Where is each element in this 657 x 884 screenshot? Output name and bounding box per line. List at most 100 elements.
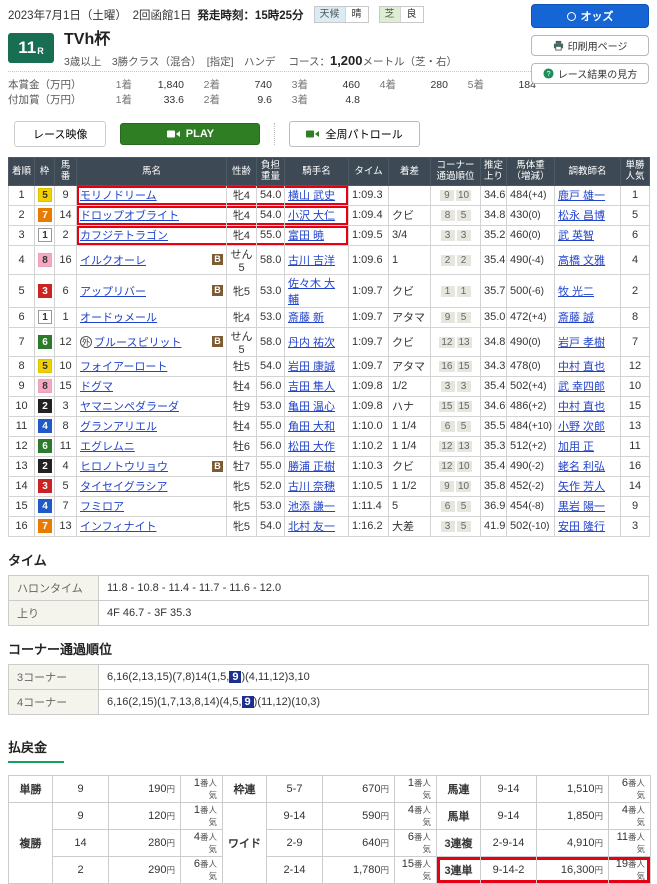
trainer-link[interactable]: 鹿戸 雄一 — [558, 190, 605, 202]
results-guide-button[interactable]: ? レース結果の見方 — [531, 63, 649, 84]
print-page-button[interactable]: 印刷用ページ — [531, 35, 649, 56]
corner-row-value: 6,16(2,15)(1,7,13,8,14)(4,5, 9)(11,12)(10… — [98, 688, 649, 715]
jockey-link[interactable]: 吉田 隼人 — [288, 381, 335, 393]
trainer-link[interactable]: 中村 直也 — [558, 401, 605, 413]
trainer-link[interactable]: 松永 昌博 — [558, 210, 605, 222]
trainer-link[interactable]: 蛯名 利弘 — [558, 461, 605, 473]
trainer-link[interactable]: 牧 光二 — [558, 286, 594, 298]
payout-favorite: 6番人気 — [180, 855, 223, 884]
body-weight-diff: (+2) — [528, 441, 547, 453]
cell-frame: 7 — [34, 515, 55, 537]
cell-corner-positions: 9 10 — [430, 184, 481, 206]
jockey-link[interactable]: 古川 奈穂 — [288, 481, 335, 493]
horse-name-link[interactable]: カフジテトラゴン — [80, 227, 168, 243]
horse-name-wrap: ヒロノトウリョウ B — [80, 458, 223, 474]
trainer-link[interactable]: 矢作 芳人 — [558, 481, 605, 493]
jockey-link[interactable]: 古川 吉洋 — [288, 255, 335, 267]
heading-accent-line — [8, 760, 64, 763]
cell-last-3f: 35.8 — [480, 475, 507, 497]
jockey-link[interactable]: 丹内 祐次 — [288, 337, 335, 349]
cell-carried-weight: 55.0 — [256, 415, 285, 437]
horse-name-link[interactable]: フォイアーロート — [80, 358, 167, 374]
jockey-link[interactable]: 富田 暁 — [288, 230, 324, 242]
odds-button[interactable]: オッズ — [531, 4, 649, 28]
play-button[interactable]: PLAY — [120, 123, 261, 146]
horse-name-link[interactable]: イルクオーレ — [80, 252, 146, 268]
horse-name-link[interactable]: アップリバー — [80, 283, 146, 299]
horse-name-link[interactable]: ドロップオブライト — [80, 207, 179, 223]
cell-finish-order: 6 — [8, 306, 35, 328]
trainer-link[interactable]: 武 幸四郎 — [558, 381, 605, 393]
highlighted-horse-number: 9 — [229, 670, 242, 683]
horse-name-link[interactable]: ドグマ — [80, 378, 113, 394]
payout-bet-type: 馬単 — [436, 801, 481, 830]
race-class: 3歳以上 3勝クラス（混合） [指定] ハンデ — [64, 55, 276, 68]
jockey-link[interactable]: 勝浦 正樹 — [288, 461, 335, 473]
trainer-link[interactable]: 安田 隆行 — [558, 521, 605, 533]
payout-amount: 1,510円 — [536, 774, 609, 803]
cell-jockey-highlighted: 小沢 大仁 — [284, 204, 349, 226]
horse-name-link[interactable]: オードゥメール — [80, 309, 157, 325]
payout-favorite: 1番人気 — [394, 774, 437, 803]
payout-amount: 640円 — [322, 828, 395, 857]
horse-name-link[interactable]: エグレムニ — [80, 438, 135, 454]
jockey-link[interactable]: 角田 大和 — [288, 421, 335, 433]
trainer-link[interactable]: 黒岩 陽一 — [558, 501, 605, 513]
trainer-link[interactable]: 小野 次郎 — [558, 421, 605, 433]
blinker-badge: B — [212, 336, 223, 348]
horse-name-link[interactable]: インフィナイト — [80, 518, 156, 534]
jockey-link[interactable]: 佐々木 大輔 — [288, 278, 335, 306]
cell-body-weight: 478(0) — [506, 355, 555, 377]
jockey-link[interactable]: 亀田 温心 — [288, 401, 335, 413]
cell-frame: 1 — [34, 306, 55, 328]
cell-horse-name-highlighted: ドロップオブライト — [76, 204, 227, 226]
jockey-link[interactable]: 松田 大作 — [288, 441, 335, 453]
horse-name-link[interactable]: ヒロノトウリョウ — [80, 458, 168, 474]
trainer-link[interactable]: 加用 正 — [558, 441, 594, 453]
frame-badge: 3 — [38, 283, 52, 298]
corner-position: 6 — [440, 501, 455, 513]
frame-badge: 6 — [38, 439, 52, 454]
patrol-video-button[interactable]: 全周パトロール — [289, 121, 420, 148]
added-prize-item: 3着 4.8 — [272, 93, 360, 108]
cell-jockey: 吉田 隼人 — [284, 375, 349, 397]
horse-name-link[interactable]: フミロア — [80, 498, 124, 514]
payout-selection-highlighted: 9-14-2 — [480, 855, 537, 884]
payout-selection: 2-9-14 — [480, 828, 537, 857]
corner-position: 12 — [439, 336, 455, 348]
jockey-link[interactable]: 横山 武史 — [288, 190, 335, 202]
corner-position: 9 — [439, 190, 454, 202]
horse-name-link[interactable]: ブルースピリット — [94, 334, 181, 350]
table-row: 5 3 6 アップリバー B 牝5 53.0 佐々木 大輔 1:09.7 クビ 1 1 35.7 500(… — [8, 273, 650, 308]
trainer-link[interactable]: 高橋 文雅 — [558, 255, 605, 267]
prize-amount: 460 — [342, 78, 360, 91]
jockey-link[interactable]: 斎藤 新 — [288, 312, 324, 324]
cell-carried-weight-highlighted: 55.0 — [256, 224, 285, 246]
added-prize-item: 1着 33.6 — [96, 93, 184, 108]
trainer-link[interactable]: 斎藤 誠 — [558, 312, 594, 324]
trainer-link[interactable]: 岩戸 孝樹 — [558, 337, 605, 349]
horse-name-link[interactable]: グランアリエル — [80, 418, 157, 434]
cell-corner-positions: 35 — [430, 515, 481, 537]
jockey-link[interactable]: 岩田 康誠 — [288, 361, 335, 373]
jockey-link[interactable]: 北村 友一 — [288, 521, 335, 533]
trainer-link[interactable]: 武 英智 — [558, 230, 594, 242]
cell-last-3f: 41.9 — [480, 515, 507, 537]
trainer-link[interactable]: 中村 直也 — [558, 361, 605, 373]
horse-name-link[interactable]: モリノドリーム — [80, 187, 157, 203]
jockey-link[interactable]: 池添 謙一 — [288, 501, 335, 513]
cell-jockey: 岩田 康誠 — [284, 355, 349, 377]
body-weight-diff: (0) — [528, 210, 541, 222]
cell-jockey-highlighted: 横山 武史 — [284, 184, 349, 206]
horse-name-link[interactable]: ヤマニンペダラーダ — [80, 398, 179, 414]
cell-corner-positions: 95 — [430, 306, 481, 328]
body-weight-diff: (+2) — [528, 401, 547, 413]
cell-jockey: 亀田 温心 — [284, 395, 349, 417]
horse-name-link[interactable]: タイセイグラシア — [80, 478, 168, 494]
corner-position: 5 — [456, 521, 471, 533]
cell-jockey: 丹内 祐次 — [284, 326, 349, 357]
cell-win-favorite: 15 — [620, 395, 650, 417]
cell-win-favorite: 13 — [620, 415, 650, 437]
jockey-link[interactable]: 小沢 大仁 — [288, 210, 335, 222]
race-video-button[interactable]: レース映像 — [14, 121, 107, 148]
